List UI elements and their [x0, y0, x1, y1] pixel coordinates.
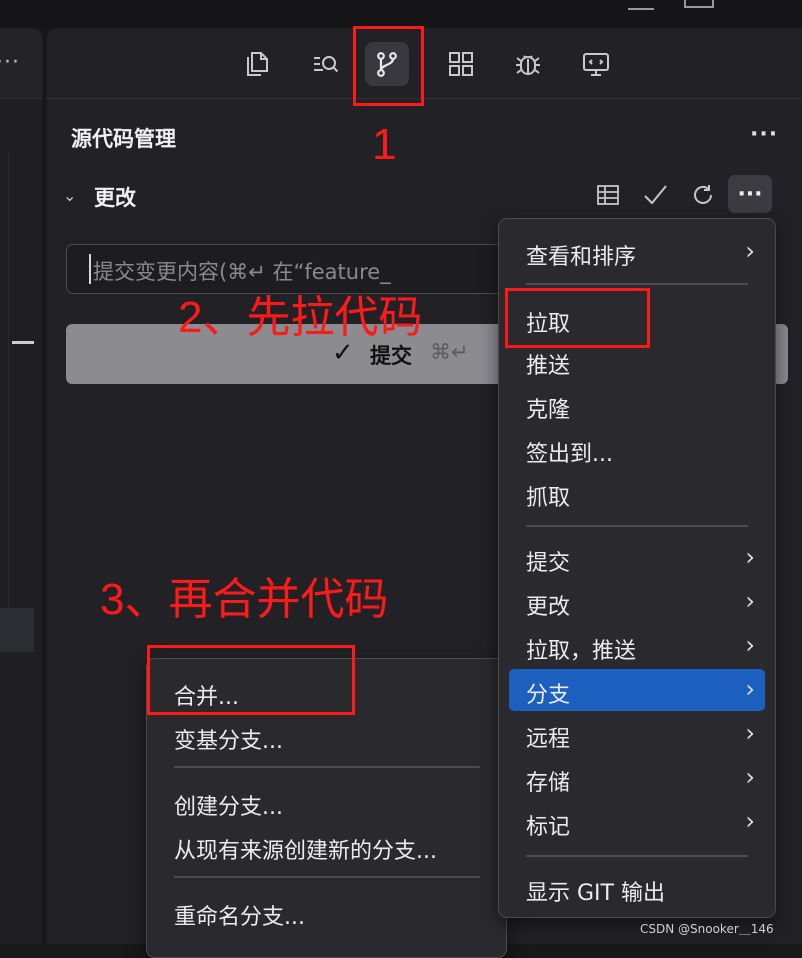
maximize-icon[interactable]	[684, 0, 714, 8]
menu-item-label: 显示 GIT 输出	[526, 881, 665, 906]
minimize-icon[interactable]	[628, 0, 654, 10]
menu-item-label: 拉取，推送	[526, 639, 637, 664]
activity-bar	[47, 28, 802, 99]
menu-separator	[526, 855, 748, 857]
panel-more-icon[interactable]: ···	[750, 122, 778, 147]
menu-item-4[interactable]: 签出到...	[509, 428, 765, 470]
chevron-right-icon: ›	[745, 675, 755, 703]
highlight-box-merge	[147, 645, 355, 715]
branch-menu-item-label: 从现有来源创建新的分支...	[174, 839, 437, 864]
chevron-right-icon: ›	[745, 719, 755, 747]
text-caret	[89, 254, 91, 284]
chevron-right-icon: ›	[745, 763, 755, 791]
annotation-step1: 1	[372, 120, 397, 169]
panel-title: 源代码管理	[71, 127, 176, 151]
divider	[8, 152, 9, 652]
menu-item-label: 克隆	[526, 398, 571, 423]
menu-item-label: 存储	[526, 771, 571, 796]
debug-icon[interactable]	[506, 42, 550, 86]
changes-section-title[interactable]: 更改	[94, 182, 136, 212]
branch-menu-item-2[interactable]: 创建分支...	[157, 781, 497, 823]
menu-separator	[174, 876, 480, 878]
check-icon: ✓	[332, 338, 354, 368]
refresh-icon[interactable]	[688, 180, 718, 210]
tree-view-icon[interactable]	[593, 180, 623, 210]
menu-separator	[174, 766, 480, 768]
menu-item-label: 标记	[526, 815, 571, 840]
menu-item-0[interactable]: 查看和排序 ›	[509, 231, 765, 273]
left-sidebar: ···	[0, 28, 42, 944]
menu-item-12[interactable]: 标记 ›	[509, 801, 765, 843]
chevron-right-icon: ›	[745, 543, 755, 571]
chevron-right-icon: ›	[745, 587, 755, 615]
menu-item-9[interactable]: 分支 ›	[509, 669, 765, 711]
chevron-right-icon: ›	[745, 807, 755, 835]
commit-button-label: 提交	[370, 344, 412, 368]
menu-item-7[interactable]: 更改 ›	[509, 581, 765, 623]
branch-menu-item-4[interactable]: 重命名分支...	[157, 891, 497, 933]
branch-menu-item-label: 重命名分支...	[174, 905, 305, 930]
chevron-down-icon[interactable]: ⌄	[63, 186, 76, 205]
selected-row[interactable]	[0, 608, 34, 652]
menu-item-label: 远程	[526, 727, 571, 752]
menu-separator	[526, 525, 748, 527]
remote-explorer-icon[interactable]	[574, 42, 618, 86]
annotation-step2: 2、先拉代码	[178, 293, 423, 342]
menu-item-10[interactable]: 远程 ›	[509, 713, 765, 755]
search-icon[interactable]	[303, 42, 347, 86]
menu-item-label: 更改	[526, 595, 571, 620]
commit-check-icon[interactable]	[640, 180, 670, 210]
highlight-box-source-control	[353, 26, 424, 106]
commit-message-input[interactable]: 提交变更内容(⌘↵ 在“feature_	[66, 244, 536, 294]
menu-item-label: 分支	[526, 683, 571, 708]
left-sidebar-header: ···	[0, 28, 42, 99]
watermark: CSDN @Snooker＿146	[640, 922, 774, 936]
extensions-icon[interactable]	[439, 42, 483, 86]
branch-menu-item-label: 创建分支...	[174, 795, 283, 820]
highlight-box-pull	[505, 288, 650, 348]
annotation-step3: 3、再合并代码	[100, 575, 389, 624]
menu-item-label: 签出到...	[526, 442, 613, 467]
menu-item-6[interactable]: 提交 ›	[509, 537, 765, 579]
branch-menu-item-3[interactable]: 从现有来源创建新的分支...	[157, 825, 497, 867]
chevron-right-icon: ›	[745, 631, 755, 659]
menu-item-label: 查看和排序	[526, 245, 637, 270]
explorer-icon[interactable]	[235, 42, 279, 86]
menu-item-label: 提交	[526, 551, 571, 576]
menu-item-8[interactable]: 拉取，推送 ›	[509, 625, 765, 667]
menu-item-3[interactable]: 克隆	[509, 384, 765, 426]
commit-shortcut: ⌘↵	[430, 340, 469, 364]
window-top-strip	[0, 0, 802, 28]
commit-placeholder: 提交变更内容(⌘↵ 在“feature_	[93, 260, 391, 284]
branch-menu-item-1[interactable]: 变基分支...	[157, 715, 497, 757]
menu-item-5[interactable]: 抓取	[509, 472, 765, 514]
changes-more-icon[interactable]: ···	[728, 175, 772, 213]
menu-separator	[526, 283, 748, 285]
branch-menu-item-label: 变基分支...	[174, 729, 283, 754]
collapse-indicator[interactable]	[12, 341, 34, 344]
menu-item-11[interactable]: 存储 ›	[509, 757, 765, 799]
chevron-right-icon: ›	[745, 237, 755, 265]
left-more-icon[interactable]: ···	[0, 50, 20, 75]
menu-item-label: 推送	[526, 354, 571, 379]
menu-item-13[interactable]: 显示 GIT 输出	[509, 867, 765, 909]
menu-item-label: 抓取	[526, 486, 571, 511]
